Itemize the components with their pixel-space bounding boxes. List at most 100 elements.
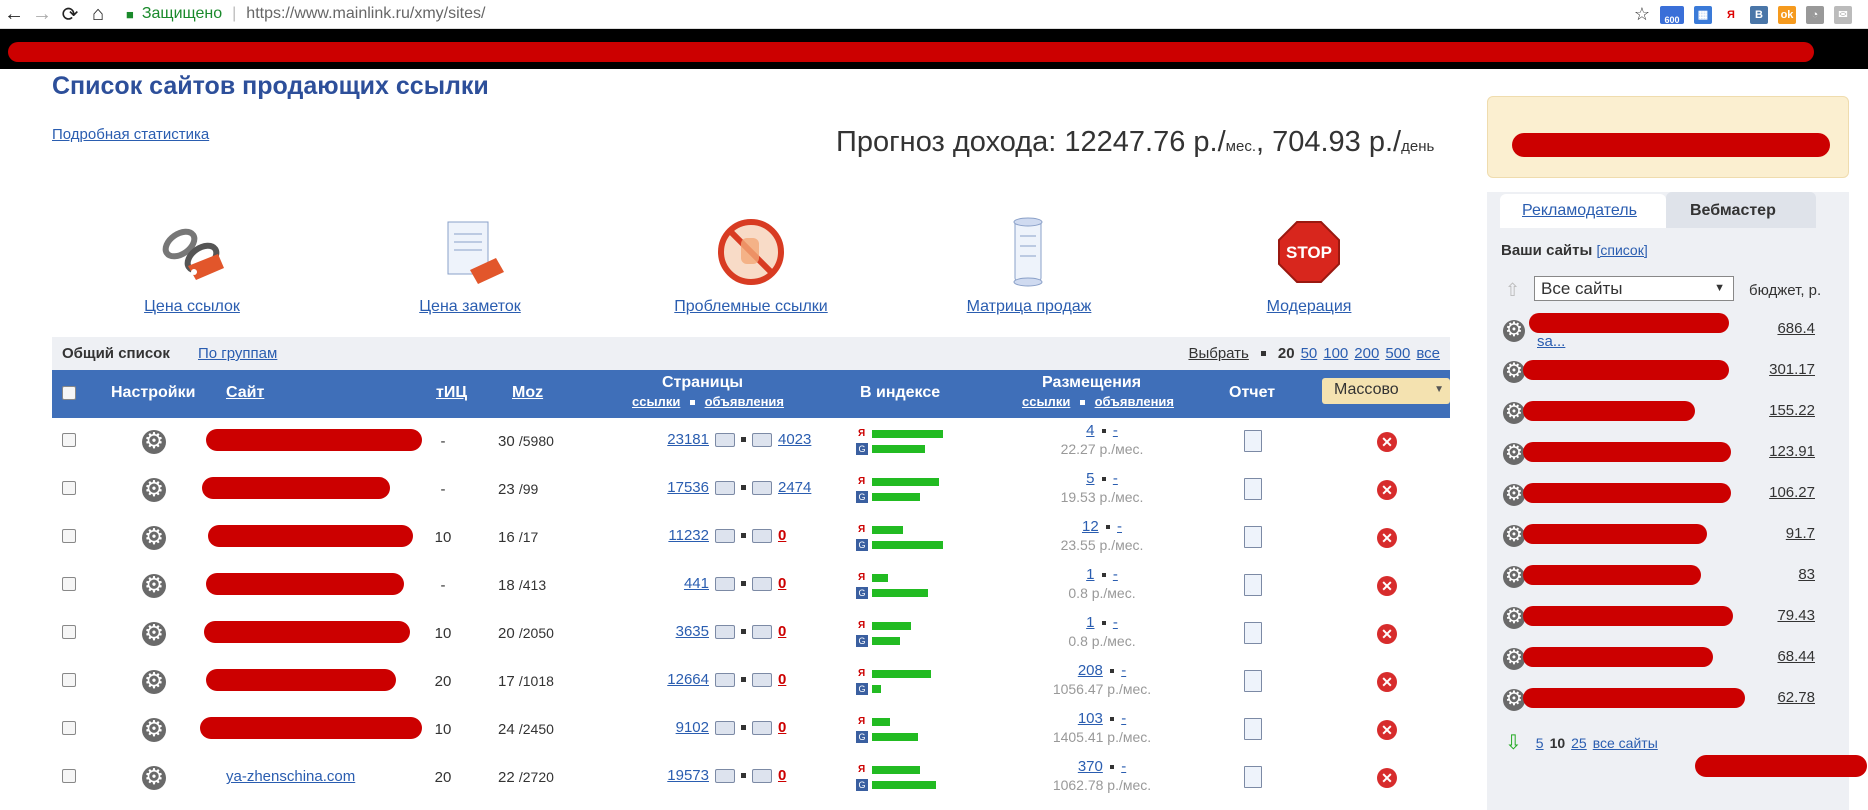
delete-icon[interactable]: ✕ bbox=[1377, 672, 1397, 692]
site-budget-value[interactable]: 68.44 bbox=[1777, 648, 1815, 665]
links-count[interactable]: 17536 bbox=[667, 479, 709, 496]
ads-count[interactable]: 0 bbox=[778, 767, 786, 784]
row-checkbox[interactable] bbox=[62, 673, 76, 687]
pager-option[interactable]: 5 bbox=[1536, 735, 1544, 751]
delete-icon[interactable]: ✕ bbox=[1377, 528, 1397, 548]
header-site[interactable]: Сайт bbox=[226, 384, 264, 402]
site-budget-value[interactable]: 83 bbox=[1798, 566, 1815, 583]
arrow-down-icon[interactable]: ⇩ bbox=[1505, 730, 1522, 755]
row-checkbox[interactable] bbox=[62, 769, 76, 783]
report-document-icon[interactable] bbox=[1244, 526, 1262, 548]
site-budget-value[interactable]: 155.22 bbox=[1769, 402, 1815, 419]
ads-count[interactable]: 4023 bbox=[778, 431, 811, 448]
gear-icon[interactable]: ⚙ bbox=[1503, 689, 1525, 711]
placements-ads[interactable]: - bbox=[1121, 710, 1126, 727]
gear-icon[interactable]: ⚙ bbox=[1503, 484, 1525, 506]
delete-icon[interactable]: ✕ bbox=[1377, 576, 1397, 596]
row-checkbox[interactable] bbox=[62, 721, 76, 735]
site-budget-value[interactable]: 301.17 bbox=[1769, 361, 1815, 378]
placements-ads[interactable]: - bbox=[1121, 662, 1126, 679]
ads-count[interactable]: 2474 bbox=[778, 479, 811, 496]
gear-icon[interactable]: ⚙ bbox=[142, 718, 166, 742]
grid-icon[interactable]: ▦ bbox=[1694, 5, 1712, 24]
links-count[interactable]: 11232 bbox=[668, 527, 709, 544]
report-document-icon[interactable] bbox=[1244, 622, 1262, 644]
gear-icon[interactable]: ⚙ bbox=[142, 766, 166, 790]
tool-notes-price[interactable]: Цена заметок bbox=[370, 214, 570, 316]
links-count[interactable]: 9102 bbox=[676, 719, 709, 736]
links-count[interactable]: 19573 bbox=[667, 767, 709, 784]
tool-label[interactable]: Модерация bbox=[1267, 298, 1352, 315]
header-placements-links[interactable]: ссылки bbox=[1022, 394, 1070, 409]
links-count[interactable]: 3635 bbox=[676, 623, 709, 640]
gear-icon[interactable]: ⚙ bbox=[1503, 607, 1525, 629]
site-link[interactable]: ya-zhenschina.com bbox=[226, 768, 355, 785]
site-budget-value[interactable]: 91.7 bbox=[1786, 525, 1815, 542]
address-bar[interactable]: ■ Защищено | https://www.mainlink.ru/xmy… bbox=[126, 0, 485, 29]
delete-icon[interactable]: ✕ bbox=[1377, 432, 1397, 452]
placements-count[interactable]: 370 bbox=[1078, 758, 1103, 775]
arrow-up-icon[interactable]: ⇧ bbox=[1505, 280, 1520, 301]
gear-icon[interactable]: ⚙ bbox=[142, 478, 166, 502]
gear-icon[interactable]: ⚙ bbox=[1503, 443, 1525, 465]
row-checkbox[interactable] bbox=[62, 625, 76, 639]
placements-count[interactable]: 1 bbox=[1086, 566, 1094, 583]
tool-label[interactable]: Цена ссылок bbox=[144, 298, 240, 315]
site-budget-value[interactable]: 106.27 bbox=[1769, 484, 1815, 501]
bookmark-star-icon[interactable]: ☆ bbox=[1634, 4, 1650, 25]
page-size-option[interactable]: 200 bbox=[1354, 345, 1379, 362]
links-count[interactable]: 441 bbox=[684, 575, 709, 592]
tab-by-groups[interactable]: По группам bbox=[198, 345, 277, 362]
gear-icon[interactable]: ⚙ bbox=[1503, 320, 1525, 342]
rss-icon[interactable]: ◔ bbox=[1806, 5, 1824, 24]
pick-link[interactable]: Выбрать bbox=[1188, 345, 1248, 362]
sites-filter-select[interactable]: Все сайты bbox=[1534, 276, 1734, 301]
report-document-icon[interactable] bbox=[1244, 430, 1262, 452]
mass-action-select[interactable]: Массово bbox=[1322, 378, 1450, 404]
tool-label[interactable]: Матрица продаж bbox=[967, 298, 1092, 315]
home-icon[interactable]: ⌂ bbox=[84, 3, 112, 26]
ads-count[interactable]: 0 bbox=[778, 623, 786, 640]
gear-icon[interactable]: ⚙ bbox=[142, 574, 166, 598]
tool-label[interactable]: Цена заметок bbox=[419, 298, 521, 315]
tab-advertiser-label[interactable]: Рекламодатель bbox=[1522, 202, 1637, 219]
placements-ads[interactable]: - bbox=[1113, 566, 1118, 583]
forward-icon[interactable]: → bbox=[28, 3, 56, 26]
back-icon[interactable]: ← bbox=[0, 3, 28, 26]
gear-icon[interactable]: ⚙ bbox=[1503, 648, 1525, 670]
report-document-icon[interactable] bbox=[1244, 478, 1262, 500]
ads-count[interactable]: 0 bbox=[778, 527, 786, 544]
sidebar-site-link[interactable]: sa... bbox=[1537, 333, 1565, 350]
tool-label[interactable]: Проблемные ссылки bbox=[674, 298, 827, 315]
odnoklassniki-icon[interactable]: ok bbox=[1778, 5, 1796, 24]
page-size-option[interactable]: 500 bbox=[1385, 345, 1410, 362]
row-checkbox[interactable] bbox=[62, 481, 76, 495]
placements-count[interactable]: 1 bbox=[1086, 614, 1094, 631]
placements-count[interactable]: 103 bbox=[1078, 710, 1103, 727]
tab-advertiser[interactable]: Рекламодатель bbox=[1500, 194, 1666, 228]
placements-ads[interactable]: - bbox=[1121, 758, 1126, 775]
placements-count[interactable]: 208 bbox=[1078, 662, 1103, 679]
select-all-checkbox[interactable] bbox=[62, 386, 76, 400]
page-size-option[interactable]: все bbox=[1416, 345, 1440, 362]
delete-icon[interactable]: ✕ bbox=[1377, 768, 1397, 788]
links-count[interactable]: 23181 bbox=[667, 431, 709, 448]
ads-count[interactable]: 0 bbox=[778, 575, 786, 592]
header-tic[interactable]: тИЦ bbox=[436, 384, 467, 402]
gear-icon[interactable]: ⚙ bbox=[142, 670, 166, 694]
gear-icon[interactable]: ⚙ bbox=[1503, 361, 1525, 383]
links-count[interactable]: 12664 bbox=[667, 671, 709, 688]
extension-counter-icon[interactable]: 600 bbox=[1660, 5, 1684, 25]
url-text[interactable]: https://www.mainlink.ru/xmy/sites/ bbox=[246, 5, 485, 23]
sites-list-link[interactable]: [список] bbox=[1596, 242, 1647, 258]
page-size-option[interactable]: 50 bbox=[1301, 345, 1318, 362]
delete-icon[interactable]: ✕ bbox=[1377, 720, 1397, 740]
row-checkbox[interactable] bbox=[62, 529, 76, 543]
reload-icon[interactable]: ⟳ bbox=[56, 2, 84, 27]
site-budget-value[interactable]: 79.43 bbox=[1777, 607, 1815, 624]
gear-icon[interactable]: ⚙ bbox=[1503, 525, 1525, 547]
delete-icon[interactable]: ✕ bbox=[1377, 480, 1397, 500]
placements-ads[interactable]: - bbox=[1117, 518, 1122, 535]
mail-icon[interactable]: ✉ bbox=[1834, 5, 1852, 24]
tool-sales-matrix[interactable]: Матрица продаж bbox=[929, 214, 1129, 316]
